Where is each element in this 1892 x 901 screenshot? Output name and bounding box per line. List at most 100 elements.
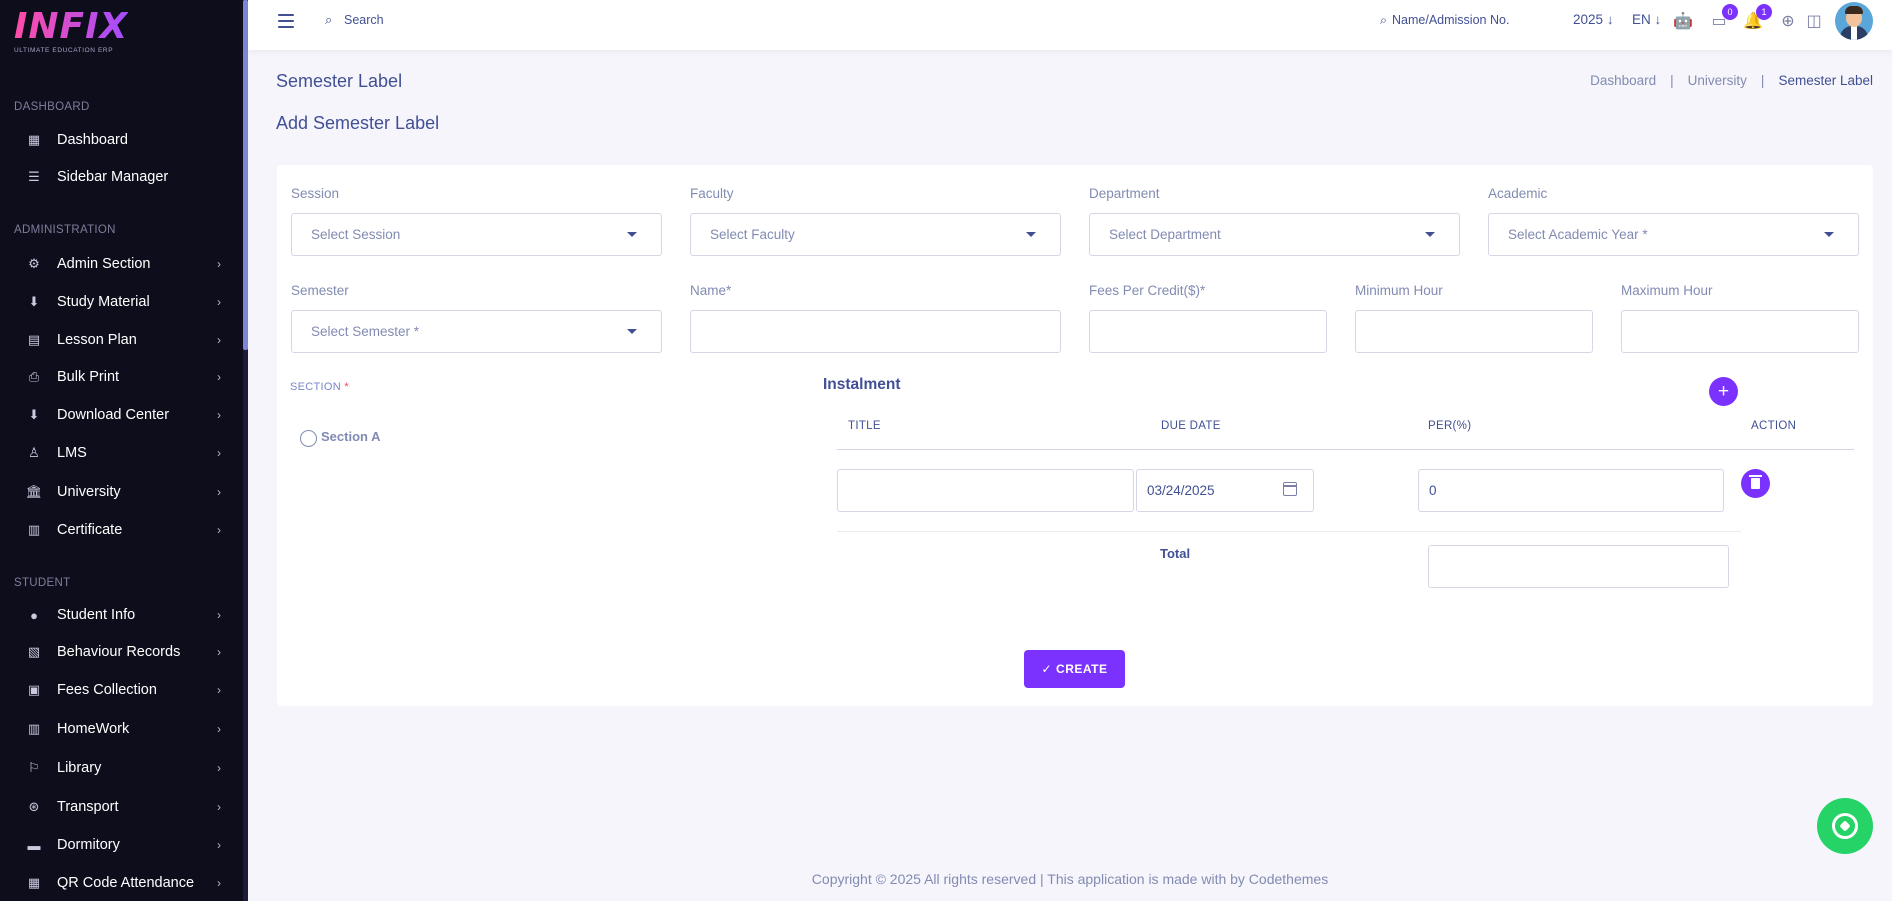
instalment-title-input[interactable]: [837, 469, 1134, 512]
section-a-label[interactable]: Section A: [321, 429, 380, 444]
sidebar-item-student-info[interactable]: ● Student Info ›: [0, 599, 243, 631]
caret-down-icon: [627, 232, 637, 237]
nav-section-dashboard: DASHBOARD: [14, 101, 90, 113]
breadcrumb-dashboard[interactable]: Dashboard: [1590, 73, 1656, 88]
fees-per-credit-input[interactable]: [1089, 310, 1327, 353]
chevron-right-icon: ›: [217, 683, 221, 697]
sidebar-item-admin-section[interactable]: ⚙ Admin Section ›: [0, 248, 243, 280]
sidebar-item-dormitory[interactable]: ▬ Dormitory ›: [0, 829, 243, 861]
breadcrumb-university[interactable]: University: [1688, 73, 1747, 88]
printer-icon: ⎙: [28, 369, 40, 384]
min-hour-input[interactable]: [1355, 310, 1593, 353]
chevron-right-icon: ›: [217, 333, 221, 347]
records-icon: ▧: [27, 644, 41, 659]
breadcrumb-separator: |: [1760, 73, 1765, 88]
year-selector[interactable]: 2025 ↓: [1573, 12, 1614, 27]
fees-label: Fees Per Credit($)*: [1089, 283, 1206, 298]
book-icon: ▥: [27, 522, 41, 537]
session-select[interactable]: Select Session: [291, 213, 662, 256]
sidebar: INFIX ULTIMATE EDUCATION ERP DASHBOARD ▦…: [0, 0, 243, 901]
sidebar-item-label: Download Center: [57, 407, 170, 423]
sidebar-item-bulk-print[interactable]: ⎙ Bulk Print ›: [0, 361, 243, 393]
table-header-divider: [837, 449, 1854, 450]
create-button[interactable]: ✓ CREATE: [1024, 650, 1125, 688]
total-input[interactable]: [1428, 545, 1729, 588]
sidebar-item-lms[interactable]: ♙ LMS ›: [0, 437, 243, 469]
chevron-right-icon: ›: [217, 761, 221, 775]
sidebar-item-transport[interactable]: ⊛ Transport ›: [0, 791, 243, 823]
language-selector[interactable]: EN ↓: [1632, 12, 1661, 27]
transport-icon: ⊛: [28, 799, 40, 814]
sidebar-item-study-material[interactable]: ⬇ Study Material ›: [0, 286, 243, 318]
globe-icon[interactable]: ⊕: [1777, 10, 1799, 32]
sidebar-item-label: Dashboard: [57, 132, 128, 148]
brand-logo[interactable]: INFIX ULTIMATE EDUCATION ERP: [14, 8, 128, 55]
scrollbar-thumb[interactable]: [243, 0, 248, 350]
section-label: SECTION *: [290, 381, 349, 393]
bed-icon: ▬: [27, 837, 41, 853]
caret-down-icon: [1425, 232, 1435, 237]
semester-select[interactable]: Select Semester *: [291, 310, 662, 353]
sidebar-item-homework[interactable]: ▥ HomeWork ›: [0, 713, 243, 745]
sidebar-item-label: Behaviour Records: [57, 644, 181, 660]
page-title: Semester Label: [276, 71, 403, 91]
sidebar-item-label: Student Info: [57, 607, 136, 623]
sidebar-item-fees-collection[interactable]: ▣ Fees Collection ›: [0, 674, 243, 706]
sidebar-item-university[interactable]: 🏛 University ›: [0, 476, 243, 508]
calendar-icon[interactable]: [1282, 482, 1297, 496]
whatsapp-button[interactable]: [1817, 798, 1873, 854]
session-placeholder: Select Session: [311, 227, 401, 242]
due-date-input[interactable]: 03/24/2025: [1136, 469, 1314, 512]
sidebar-scrollbar[interactable]: [243, 0, 248, 901]
sidebar-item-certificate[interactable]: ▥ Certificate ›: [0, 514, 243, 546]
search-trigger[interactable]: Search: [344, 13, 384, 27]
delete-instalment-button[interactable]: [1741, 469, 1770, 498]
sidebar-item-download-center[interactable]: ⬇ Download Center ›: [0, 399, 243, 431]
add-instalment-button[interactable]: +: [1709, 377, 1738, 406]
notification-badge: 1: [1756, 4, 1772, 20]
sidebar-item-dashboard[interactable]: ▦ Dashboard: [0, 124, 243, 156]
semester-label-form: Session Select Session Faculty Select Fa…: [277, 165, 1873, 706]
sidebar-item-label: Bulk Print: [57, 369, 120, 385]
max-hour-input[interactable]: [1621, 310, 1859, 353]
faculty-select[interactable]: Select Faculty: [690, 213, 1061, 256]
language-value: EN: [1632, 12, 1651, 27]
chevron-right-icon: ›: [217, 838, 221, 852]
required-mark: *: [344, 381, 349, 393]
robot-icon[interactable]: 🤖: [1672, 10, 1694, 32]
sidebar-item-library[interactable]: ⚐ Library ›: [0, 752, 243, 784]
university-icon: 🏛: [25, 484, 43, 499]
chart-icon[interactable]: ◫: [1803, 10, 1825, 32]
sidebar-item-label: Library: [57, 760, 102, 776]
name-input[interactable]: [690, 310, 1061, 353]
column-title: TITLE: [848, 420, 881, 432]
sidebar-item-qr-code-attendance[interactable]: ▦ QR Code Attendance ›: [0, 867, 243, 899]
sidebar-item-behaviour-records[interactable]: ▧ Behaviour Records ›: [0, 636, 243, 668]
instalment-title: Instalment: [823, 376, 901, 393]
admission-search[interactable]: ⌕ Name/Admission No.: [1380, 13, 1509, 28]
semester-label: Semester: [291, 283, 349, 298]
avatar[interactable]: [1835, 2, 1873, 40]
percent-input[interactable]: 0: [1418, 469, 1724, 512]
sidebar-item-lesson-plan[interactable]: ▤ Lesson Plan ›: [0, 324, 243, 356]
create-button-label: CREATE: [1056, 662, 1108, 676]
search-icon[interactable]: ⌕: [325, 12, 332, 28]
sidebar-item-sidebar-manager[interactable]: ☰ Sidebar Manager: [0, 161, 243, 193]
department-select[interactable]: Select Department: [1089, 213, 1460, 256]
total-label: Total: [1160, 546, 1191, 561]
year-value: 2025: [1573, 12, 1604, 27]
sidebar-item-label: Lesson Plan: [57, 332, 137, 348]
academic-label: Academic: [1488, 186, 1548, 201]
faculty-label: Faculty: [690, 186, 734, 201]
admin-icon: ⚙: [28, 256, 40, 271]
academic-year-select[interactable]: Select Academic Year *: [1488, 213, 1859, 256]
chevron-right-icon: ›: [217, 876, 221, 890]
section-a-radio[interactable]: [300, 430, 317, 447]
sidebar-item-label: Sidebar Manager: [57, 169, 169, 185]
hamburger-menu-icon[interactable]: [278, 14, 294, 28]
breadcrumb: Dashboard | University | Semester Label: [1590, 73, 1873, 88]
semester-placeholder: Select Semester *: [311, 324, 420, 339]
min-hour-label: Minimum Hour: [1355, 283, 1443, 298]
session-label: Session: [291, 186, 340, 201]
form-title: Add Semester Label: [276, 113, 440, 133]
